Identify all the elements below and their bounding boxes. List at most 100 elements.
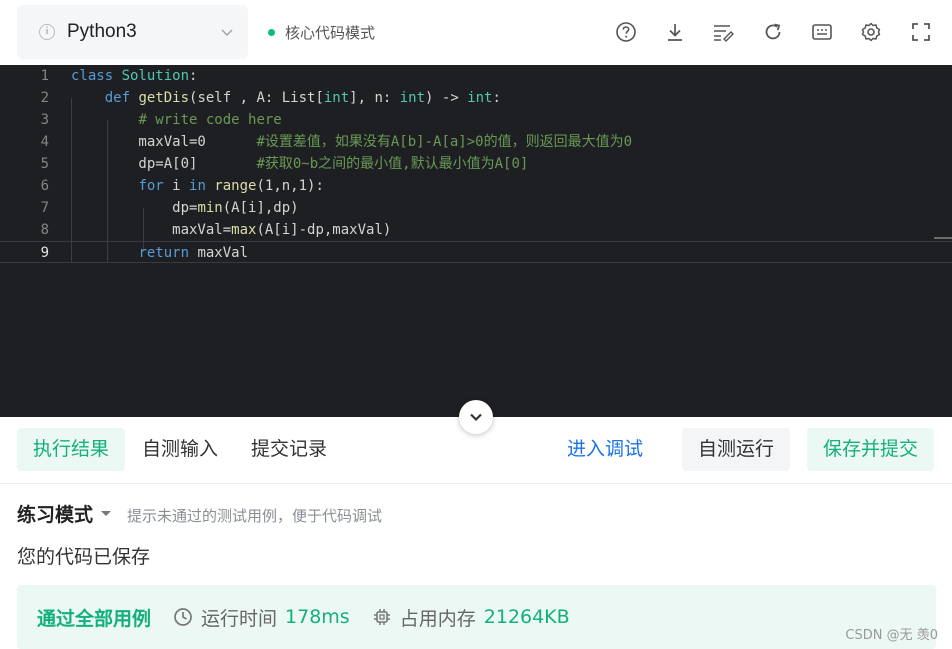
code-line[interactable]: 4 maxVal=0 #设置差值，如果没有A[b]-A[a]>0的值，则返回最大… bbox=[0, 131, 952, 153]
result-summary: 通过全部用例 运行时间 178ms 占用内存 21264KB bbox=[17, 585, 936, 649]
code-token: in bbox=[189, 178, 215, 194]
code-editor[interactable]: 1 class Solution: 2 def getDis(self , A: L… bbox=[0, 65, 952, 417]
code-token: for bbox=[138, 178, 173, 194]
code-token: class bbox=[71, 68, 122, 84]
memory-value: 21264KB bbox=[483, 606, 570, 628]
caret-down-icon[interactable] bbox=[101, 511, 112, 516]
info-icon: i bbox=[39, 24, 55, 40]
code-text: for i in range(1,n,1): bbox=[71, 175, 324, 197]
line-number: 3 bbox=[40, 112, 49, 128]
pass-label: 通过全部用例 bbox=[37, 607, 152, 630]
line-number: 4 bbox=[40, 134, 49, 150]
code-text: maxVal=max(A[i]-dp,maxVal) bbox=[71, 219, 391, 241]
line-number: 6 bbox=[40, 178, 49, 194]
code-token: getDis bbox=[138, 90, 190, 106]
runtime-label: 运行时间 bbox=[201, 607, 278, 630]
line-number: 5 bbox=[40, 156, 49, 172]
memory-stat: 占用内存 21264KB bbox=[372, 604, 570, 631]
saved-message: 您的代码已保存 bbox=[17, 546, 151, 568]
code-text: return maxVal bbox=[71, 242, 248, 264]
code-text: dp=A[0] #获取0~b之间的最小值,默认最小值为A[0] bbox=[71, 153, 528, 175]
tab-custom-input[interactable]: 自测输入 bbox=[126, 428, 234, 471]
line-number: 2 bbox=[40, 90, 49, 106]
code-token: return bbox=[138, 245, 198, 261]
code-token: def bbox=[104, 90, 139, 106]
language-select[interactable]: i Python3 bbox=[17, 5, 248, 59]
code-line[interactable]: 1 class Solution: bbox=[0, 65, 952, 87]
code-mode: 核心代码模式 bbox=[268, 22, 375, 43]
editor-header: i Python3 核心代码模式 bbox=[0, 0, 952, 65]
code-token: (self , A: List[ bbox=[189, 90, 324, 106]
code-text: dp=min(A[i],dp) bbox=[71, 197, 299, 219]
help-circle-icon[interactable] bbox=[614, 20, 638, 44]
practice-mode-row: 练习模式 提示未通过的测试用例，便于代码调试 bbox=[17, 500, 382, 527]
line-number: 1 bbox=[40, 68, 49, 84]
download-icon[interactable] bbox=[663, 20, 687, 44]
code-token: # write code here bbox=[138, 112, 282, 128]
submit-button[interactable]: 保存并提交 bbox=[807, 428, 935, 471]
language-label: Python3 bbox=[67, 21, 137, 42]
code-token: : bbox=[492, 90, 501, 106]
code-text: maxVal=0 #设置差值，如果没有A[b]-A[a]>0的值，则返回最大值为… bbox=[71, 131, 632, 153]
clock-icon bbox=[174, 608, 192, 626]
run-button[interactable]: 自测运行 bbox=[682, 428, 791, 471]
line-number: 9 bbox=[40, 245, 49, 261]
line-number: 7 bbox=[40, 200, 49, 216]
chevron-down-icon bbox=[221, 29, 233, 36]
runtime-value: 178ms bbox=[285, 606, 350, 628]
code-line[interactable]: 5 dp=A[0] #获取0~b之间的最小值,默认最小值为A[0] bbox=[0, 153, 952, 175]
watermark: CSDN @无 羡0 bbox=[845, 628, 938, 643]
code-token: range bbox=[214, 178, 257, 194]
code-line[interactable]: 7 dp=min(A[i],dp) bbox=[0, 197, 952, 219]
code-token: (A[i]-dp,maxVal) bbox=[256, 222, 392, 238]
code-token: dp=A[0] bbox=[71, 156, 257, 172]
code-line[interactable]: 6 for i in range(1,n,1): bbox=[0, 175, 952, 197]
code-token: maxVal=0 bbox=[71, 134, 257, 150]
code-token: maxVal= bbox=[71, 222, 232, 238]
code-token: maxVal bbox=[197, 245, 249, 261]
tab-history[interactable]: 提交记录 bbox=[235, 428, 343, 471]
code-text: class Solution: bbox=[71, 65, 197, 87]
practice-mode-toggle[interactable]: 练习模式 bbox=[17, 500, 93, 527]
code-token: dp= bbox=[71, 200, 198, 216]
code-text: def getDis(self , A: List[int], n: int) … bbox=[71, 87, 501, 109]
code-token: ], n: bbox=[349, 90, 400, 106]
code-token: int bbox=[399, 90, 426, 106]
mode-status-dot bbox=[268, 29, 275, 36]
chevron-down-icon bbox=[470, 413, 482, 422]
code-line[interactable]: 8 maxVal=max(A[i]-dp,maxVal) bbox=[0, 219, 952, 241]
collapse-panel-button[interactable] bbox=[459, 400, 493, 434]
code-line[interactable]: 3 # write code here bbox=[0, 109, 952, 131]
code-token: int bbox=[467, 90, 493, 106]
code-token: Solution bbox=[121, 68, 190, 84]
code-token: int bbox=[323, 90, 350, 106]
code-token: (1,n,1): bbox=[256, 178, 324, 194]
memory-label: 占用内存 bbox=[399, 607, 476, 630]
code-line[interactable]: 9 return maxVal bbox=[0, 241, 952, 263]
debug-button[interactable]: 进入调试 bbox=[551, 428, 659, 471]
code-token: min bbox=[197, 200, 223, 216]
code-token: (A[i],dp) bbox=[222, 200, 299, 216]
fullscreen-icon[interactable] bbox=[909, 20, 933, 44]
keyboard-icon[interactable] bbox=[810, 20, 834, 44]
code-token: ) -> bbox=[425, 90, 468, 106]
code-line[interactable]: 2 def getDis(self , A: List[int], n: int… bbox=[0, 87, 952, 109]
reset-icon[interactable] bbox=[761, 20, 785, 44]
format-icon[interactable] bbox=[711, 20, 735, 44]
practice-hint: 提示未通过的测试用例，便于代码调试 bbox=[127, 507, 383, 525]
settings-icon[interactable] bbox=[859, 20, 883, 44]
runtime-stat: 运行时间 178ms bbox=[173, 604, 350, 631]
mode-label: 核心代码模式 bbox=[285, 24, 376, 42]
tab-result[interactable]: 执行结果 bbox=[17, 428, 126, 471]
code-token: max bbox=[231, 222, 257, 238]
line-number: 8 bbox=[40, 222, 49, 238]
code-token: i bbox=[172, 178, 190, 194]
code-token: #获取0~b之间的最小值,默认最小值为A[0] bbox=[256, 156, 529, 172]
code-text: # write code here bbox=[71, 109, 282, 131]
code-token: : bbox=[189, 68, 198, 84]
chip-icon bbox=[373, 609, 390, 625]
